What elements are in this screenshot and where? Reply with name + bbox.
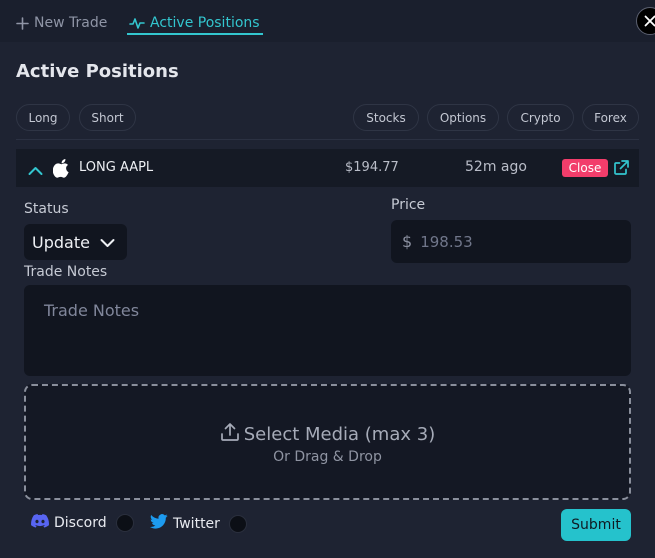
status-label: Status: [24, 201, 69, 217]
filter-chip-stocks[interactable]: Stocks: [353, 104, 419, 131]
external-link-icon[interactable]: [613, 159, 630, 180]
position-time-ago: 52m ago: [465, 159, 527, 175]
top-tab-bar: New Trade Active Positions: [0, 0, 655, 42]
filter-chip-long[interactable]: Long: [16, 104, 70, 131]
position-label: LONG AAPL: [79, 160, 154, 175]
filter-row: Long Short Stocks Options Crypto Forex: [16, 104, 639, 140]
filter-chip-crypto[interactable]: Crypto: [507, 104, 574, 131]
share-discord-label: Discord: [54, 515, 107, 531]
discord-toggle[interactable]: [115, 514, 134, 532]
chevron-up-icon[interactable]: [28, 161, 43, 180]
price-currency: $: [402, 232, 413, 251]
media-select-row: Select Media (max 3): [26, 422, 629, 447]
filter-chip-options[interactable]: Options: [427, 104, 499, 131]
share-discord[interactable]: Discord: [31, 514, 134, 532]
position-header[interactable]: LONG AAPL $194.77 52m ago Close: [16, 149, 639, 187]
close-position-button[interactable]: Close: [562, 159, 608, 177]
pulse-icon: [129, 17, 145, 30]
price-input[interactable]: [420, 232, 611, 251]
apple-logo-icon: [52, 158, 71, 182]
page-title: Active Positions: [16, 61, 179, 82]
submit-button[interactable]: Submit: [561, 509, 631, 541]
price-field[interactable]: $: [391, 220, 631, 263]
tab-active-positions-label: Active Positions: [150, 15, 260, 31]
share-twitter[interactable]: Twitter: [150, 514, 247, 533]
position-price: $194.77: [345, 160, 399, 175]
media-drag-drop-hint: Or Drag & Drop: [273, 449, 382, 465]
share-twitter-label: Twitter: [173, 515, 220, 532]
media-dropzone[interactable]: Select Media (max 3) Or Drag & Drop: [24, 384, 631, 500]
filter-chip-short[interactable]: Short: [79, 104, 136, 131]
media-select-label: Select Media (max 3): [243, 424, 436, 445]
trade-notes-label: Trade Notes: [24, 264, 108, 280]
discord-icon: [31, 514, 49, 532]
status-value: Update: [32, 232, 90, 252]
twitter-toggle[interactable]: [228, 514, 247, 533]
filter-chip-forex[interactable]: Forex: [582, 104, 639, 131]
tab-active-positions[interactable]: Active Positions: [129, 12, 260, 34]
active-tab-indicator: [127, 33, 263, 35]
price-label: Price: [391, 197, 426, 213]
tab-new-trade-label: New Trade: [34, 15, 108, 31]
chevron-down-icon: [100, 233, 115, 252]
plus-icon: [16, 16, 29, 30]
close-icon[interactable]: [636, 7, 655, 35]
twitter-icon: [150, 514, 168, 533]
status-select[interactable]: Update: [24, 224, 127, 260]
upload-icon: [220, 422, 240, 447]
trade-notes-input[interactable]: [24, 285, 631, 376]
tab-new-trade[interactable]: New Trade: [16, 12, 107, 34]
